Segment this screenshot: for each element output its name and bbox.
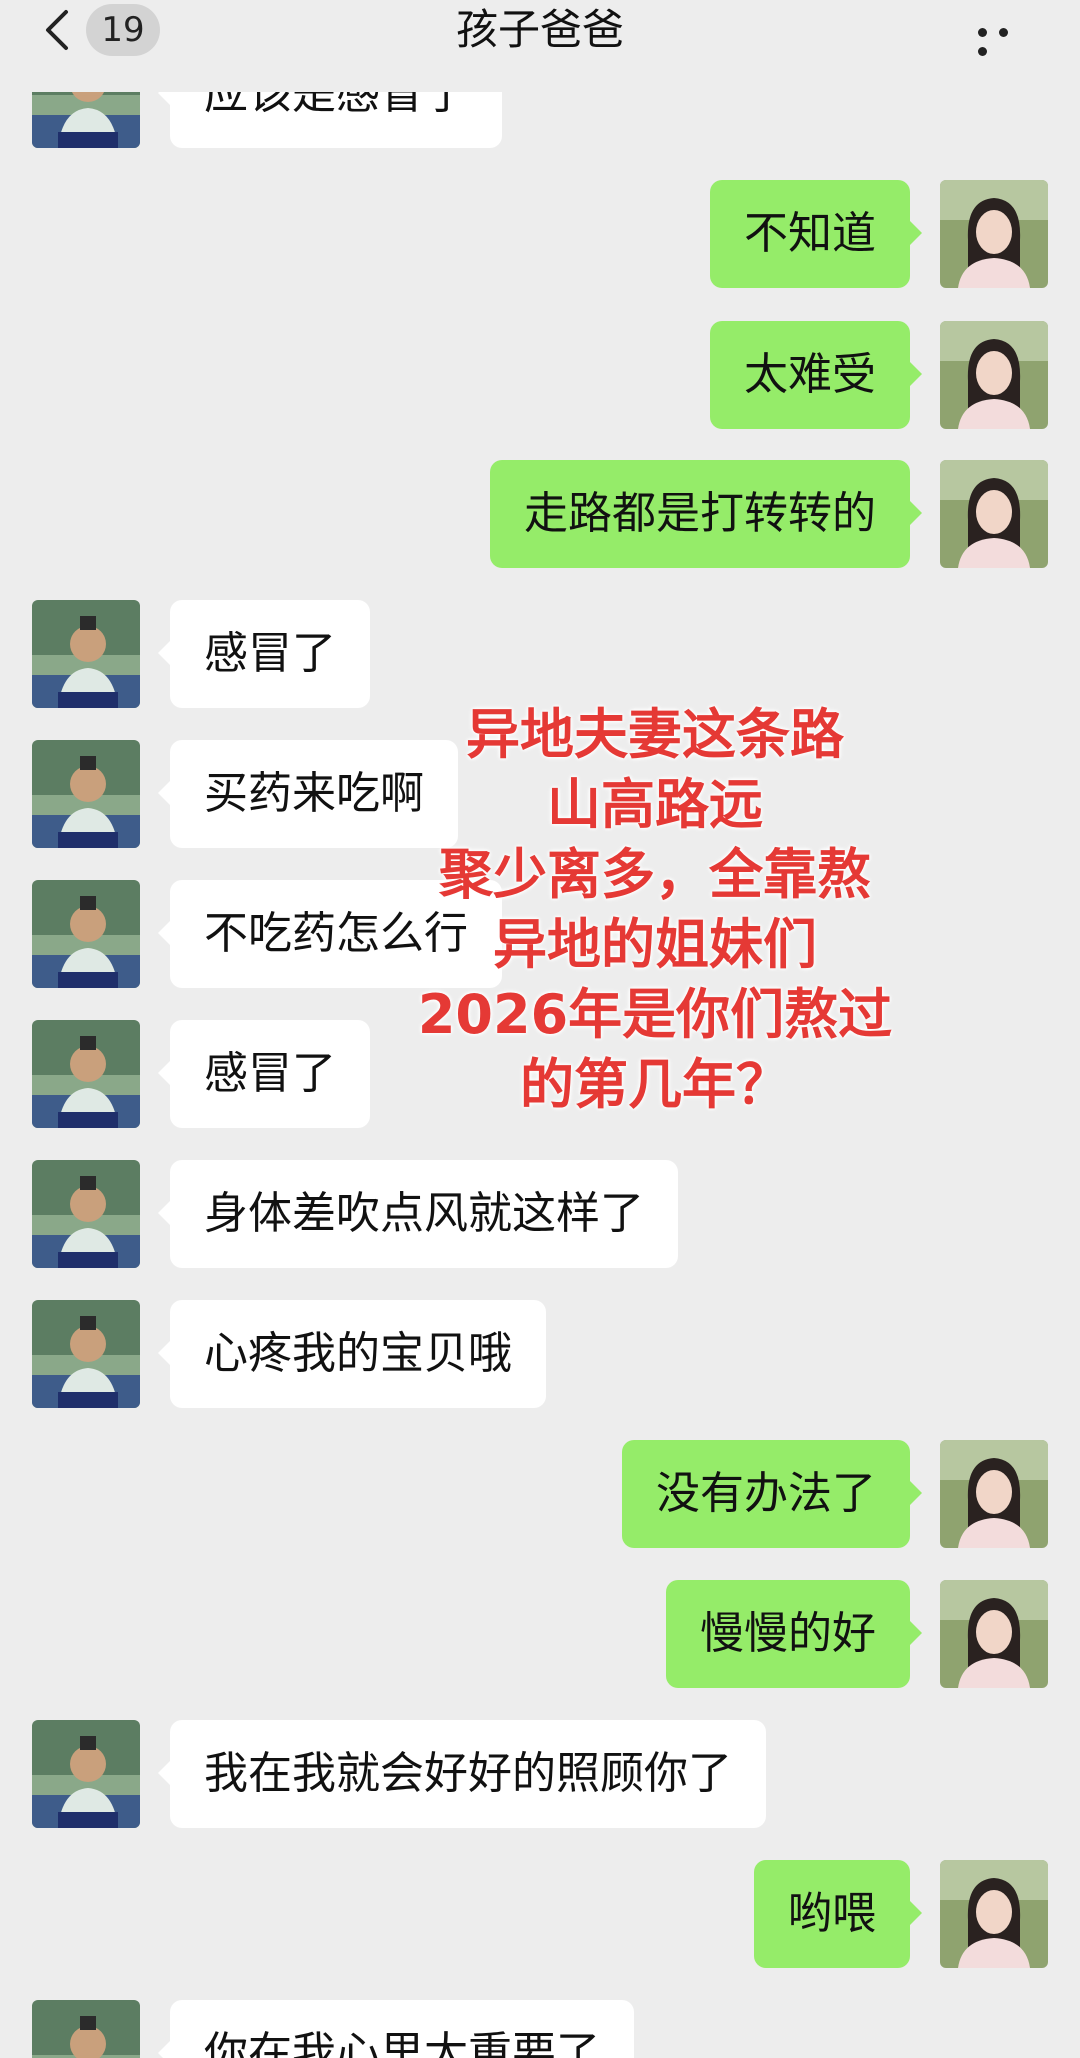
message-row-received: 身体差吹点风就这样了 xyxy=(0,1160,1080,1268)
chat-header: 19 孩子爸爸 xyxy=(0,0,1080,92)
female-avatar-icon xyxy=(940,180,1048,288)
female-avatar-icon xyxy=(940,1580,1048,1688)
contact-avatar[interactable] xyxy=(32,600,140,708)
message-row-received: 感冒了 xyxy=(0,600,1080,708)
self-avatar[interactable] xyxy=(940,1440,1048,1548)
caption-line: 山高路远 xyxy=(547,773,763,836)
contact-avatar[interactable] xyxy=(32,740,140,848)
message-row-received: 我在我就会好好的照顾你了 xyxy=(0,1720,1080,1828)
message-row-sent: 太难受 xyxy=(0,321,1080,429)
more-dot-icon xyxy=(978,47,987,56)
back-button[interactable] xyxy=(38,6,78,54)
message-row-received: 心疼我的宝贝哦 xyxy=(0,1300,1080,1408)
male-avatar-icon xyxy=(32,740,140,848)
male-avatar-icon xyxy=(32,1160,140,1268)
message-bubble-sent[interactable]: 慢慢的好 xyxy=(666,1580,922,1688)
contact-avatar[interactable] xyxy=(32,1720,140,1828)
self-avatar[interactable] xyxy=(940,180,1048,288)
chat-screen: 19 孩子爸爸 应该是感冒了 不知道 太难受 走路都是打转转的 感冒了 买药来吃… xyxy=(0,0,1080,2058)
self-avatar[interactable] xyxy=(940,460,1048,568)
caption-line: 2026年是你们熬过 xyxy=(417,983,893,1046)
chat-title: 孩子爸爸 xyxy=(455,5,624,54)
message-bubble-received[interactable]: 心疼我的宝贝哦 xyxy=(158,1300,546,1408)
message-row-sent: 没有办法了 xyxy=(0,1440,1080,1548)
message-bubble-received[interactable]: 身体差吹点风就这样了 xyxy=(158,1160,678,1268)
male-avatar-icon xyxy=(32,600,140,708)
self-avatar[interactable] xyxy=(940,1860,1048,1968)
message-row-sent: 走路都是打转转的 xyxy=(0,460,1080,568)
message-bubble-received[interactable]: 我在我就会好好的照顾你了 xyxy=(158,1720,766,1828)
self-avatar[interactable] xyxy=(940,1580,1048,1688)
message-row-received: 你在我心里太重要了 xyxy=(0,2000,1080,2058)
more-dot-icon xyxy=(978,28,987,37)
female-avatar-icon xyxy=(940,460,1048,568)
message-bubble-sent[interactable]: 不知道 xyxy=(710,180,922,288)
chevron-left-icon xyxy=(46,10,68,50)
male-avatar-icon xyxy=(32,1020,140,1128)
message-row-sent: 哟喂 xyxy=(0,1860,1080,1968)
contact-avatar[interactable] xyxy=(32,1020,140,1128)
contact-avatar[interactable] xyxy=(32,1300,140,1408)
caption-overlay: 异地夫妻这条路 山高路远 聚少离多，全靠熬 异地的姐妹们 2026年是你们熬过 … xyxy=(395,700,915,1120)
caption-line: 异地夫妻这条路 xyxy=(466,703,844,766)
male-avatar-icon xyxy=(32,1720,140,1828)
male-avatar-icon xyxy=(32,2000,140,2058)
caption-line: 聚少离多，全靠熬 xyxy=(439,843,871,906)
message-row-sent: 不知道 xyxy=(0,180,1080,288)
message-bubble-received[interactable]: 你在我心里太重要了 xyxy=(158,2000,634,2058)
unread-count-badge[interactable]: 19 xyxy=(86,4,160,56)
message-row-sent: 慢慢的好 xyxy=(0,1580,1080,1688)
female-avatar-icon xyxy=(940,1440,1048,1548)
male-avatar-icon xyxy=(32,880,140,988)
message-bubble-sent[interactable]: 没有办法了 xyxy=(622,1440,922,1548)
message-bubble-sent[interactable]: 哟喂 xyxy=(754,1860,922,1968)
message-bubble-received[interactable]: 感冒了 xyxy=(158,1020,370,1128)
self-avatar[interactable] xyxy=(940,321,1048,429)
female-avatar-icon xyxy=(940,321,1048,429)
caption-line: 异地的姐妹们 xyxy=(493,913,817,976)
contact-avatar[interactable] xyxy=(32,880,140,988)
female-avatar-icon xyxy=(940,1860,1048,1968)
male-avatar-icon xyxy=(32,1300,140,1408)
caption-line: 的第几年？ xyxy=(520,1053,790,1116)
message-bubble-sent[interactable]: 走路都是打转转的 xyxy=(490,460,922,568)
message-bubble-sent[interactable]: 太难受 xyxy=(710,321,922,429)
more-options-button[interactable] xyxy=(978,22,1034,56)
contact-avatar[interactable] xyxy=(32,1160,140,1268)
more-dot-icon xyxy=(999,28,1008,37)
contact-avatar[interactable] xyxy=(32,2000,140,2058)
message-bubble-received[interactable]: 感冒了 xyxy=(158,600,370,708)
